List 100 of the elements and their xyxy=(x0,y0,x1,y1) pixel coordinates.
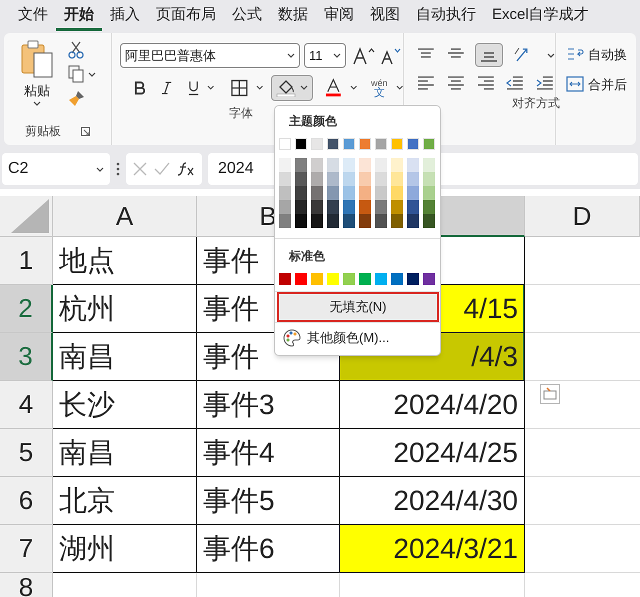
ribbon-tab[interactable]: 数据 xyxy=(270,2,316,30)
color-swatch[interactable] xyxy=(311,172,323,186)
color-swatch[interactable] xyxy=(343,273,355,285)
color-swatch[interactable] xyxy=(295,186,307,200)
caret-icon[interactable] xyxy=(96,166,104,172)
color-swatch[interactable] xyxy=(343,158,355,172)
font-name-field[interactable]: 阿里巴巴普惠体 xyxy=(120,43,300,68)
row-header[interactable]: 5 xyxy=(0,429,53,477)
name-box[interactable]: C2 xyxy=(2,153,110,185)
paste-button[interactable]: 粘贴 xyxy=(16,39,58,121)
color-swatch[interactable] xyxy=(375,186,387,200)
increase-indent-icon[interactable] xyxy=(535,75,555,91)
row-header[interactable]: 8 xyxy=(0,573,53,597)
color-swatch[interactable] xyxy=(407,138,419,150)
color-swatch[interactable] xyxy=(359,200,371,214)
select-all-icon[interactable] xyxy=(11,199,49,233)
color-swatch[interactable] xyxy=(327,273,339,285)
color-swatch[interactable] xyxy=(327,186,339,200)
color-swatch[interactable] xyxy=(423,186,435,200)
color-swatch[interactable] xyxy=(295,200,307,214)
ribbon-tab[interactable]: 公式 xyxy=(224,2,270,30)
color-swatch[interactable] xyxy=(327,200,339,214)
check-icon[interactable] xyxy=(154,162,170,176)
color-swatch[interactable] xyxy=(359,214,371,228)
color-swatch[interactable] xyxy=(279,138,291,150)
ribbon-tab[interactable]: 文件 xyxy=(10,2,56,30)
color-swatch[interactable] xyxy=(343,200,355,214)
color-swatch[interactable] xyxy=(327,214,339,228)
align-center-icon[interactable] xyxy=(446,75,466,91)
color-swatch[interactable] xyxy=(407,186,419,200)
caret-icon[interactable] xyxy=(350,85,358,90)
row-header[interactable]: 7 xyxy=(0,525,53,573)
font-color-icon[interactable] xyxy=(324,78,342,98)
color-swatch[interactable] xyxy=(407,273,419,285)
color-swatch[interactable] xyxy=(391,186,403,200)
font-size-field[interactable]: 11 xyxy=(304,43,346,68)
italic-icon[interactable] xyxy=(161,80,172,94)
color-swatch[interactable] xyxy=(423,172,435,186)
caret-icon[interactable] xyxy=(396,85,403,90)
color-swatch[interactable] xyxy=(423,273,435,285)
color-swatch[interactable] xyxy=(327,138,339,150)
color-swatch[interactable] xyxy=(311,186,323,200)
color-swatch[interactable] xyxy=(295,138,307,150)
ribbon-tab[interactable]: 视图 xyxy=(362,2,408,30)
row-header[interactable]: 4 xyxy=(0,381,53,429)
color-swatch[interactable] xyxy=(391,172,403,186)
column-header[interactable]: A xyxy=(53,196,197,237)
quick-analysis-icon[interactable] xyxy=(540,384,560,404)
row-header[interactable]: 2 xyxy=(0,285,53,333)
fill-color-button[interactable] xyxy=(270,74,313,100)
grow-font-icon[interactable] xyxy=(352,46,376,66)
color-swatch[interactable] xyxy=(391,158,403,172)
color-swatch[interactable] xyxy=(311,158,323,172)
color-swatch[interactable] xyxy=(359,138,371,150)
color-swatch[interactable] xyxy=(343,138,355,150)
copy-icon[interactable] xyxy=(68,65,84,83)
caret-icon[interactable] xyxy=(547,52,555,58)
color-swatch[interactable] xyxy=(295,172,307,186)
caret-icon[interactable] xyxy=(287,53,295,58)
color-swatch[interactable] xyxy=(279,172,291,186)
color-swatch[interactable] xyxy=(279,186,291,200)
color-swatch[interactable] xyxy=(343,186,355,200)
align-bottom-button[interactable] xyxy=(475,43,504,67)
ribbon-tab[interactable]: 审阅 xyxy=(316,2,362,30)
color-swatch[interactable] xyxy=(279,273,291,285)
color-swatch[interactable] xyxy=(311,273,323,285)
merge-button[interactable]: 合并后 xyxy=(566,74,627,94)
caret-icon[interactable] xyxy=(207,85,215,90)
menu-item[interactable]: 无填充(N) xyxy=(279,294,437,320)
ribbon-tab[interactable]: 页面布局 xyxy=(148,2,224,30)
color-swatch[interactable] xyxy=(423,200,435,214)
bold-icon[interactable] xyxy=(134,80,146,94)
color-swatch[interactable] xyxy=(375,200,387,214)
color-swatch[interactable] xyxy=(391,214,403,228)
caret-icon[interactable] xyxy=(300,85,308,90)
color-swatch[interactable] xyxy=(423,158,435,172)
color-swatch[interactable] xyxy=(359,158,371,172)
color-swatch[interactable] xyxy=(295,273,307,285)
wrap-text-button[interactable]: 自动换 xyxy=(566,45,627,64)
color-swatch[interactable] xyxy=(375,138,387,150)
color-swatch[interactable] xyxy=(279,214,291,228)
caret-icon[interactable] xyxy=(88,72,96,76)
row-header[interactable]: 1 xyxy=(0,237,53,285)
column-header[interactable]: D xyxy=(525,196,640,237)
borders-icon[interactable] xyxy=(230,78,248,96)
color-swatch[interactable] xyxy=(359,172,371,186)
color-swatch[interactable] xyxy=(343,214,355,228)
ribbon-tab[interactable]: 插入 xyxy=(102,2,148,30)
color-swatch[interactable] xyxy=(375,158,387,172)
align-left-icon[interactable] xyxy=(416,75,436,91)
ribbon-tab[interactable]: 自动执行 xyxy=(408,2,484,30)
more-icon[interactable] xyxy=(116,162,120,176)
color-swatch[interactable] xyxy=(423,214,435,228)
color-swatch[interactable] xyxy=(375,273,387,285)
ribbon-tab[interactable]: Excel自学成才 xyxy=(484,2,597,30)
color-swatch[interactable] xyxy=(375,214,387,228)
underline-icon[interactable] xyxy=(188,80,200,96)
color-swatch[interactable] xyxy=(279,158,291,172)
scissors-icon[interactable] xyxy=(68,41,84,59)
caret-icon[interactable] xyxy=(33,100,41,106)
